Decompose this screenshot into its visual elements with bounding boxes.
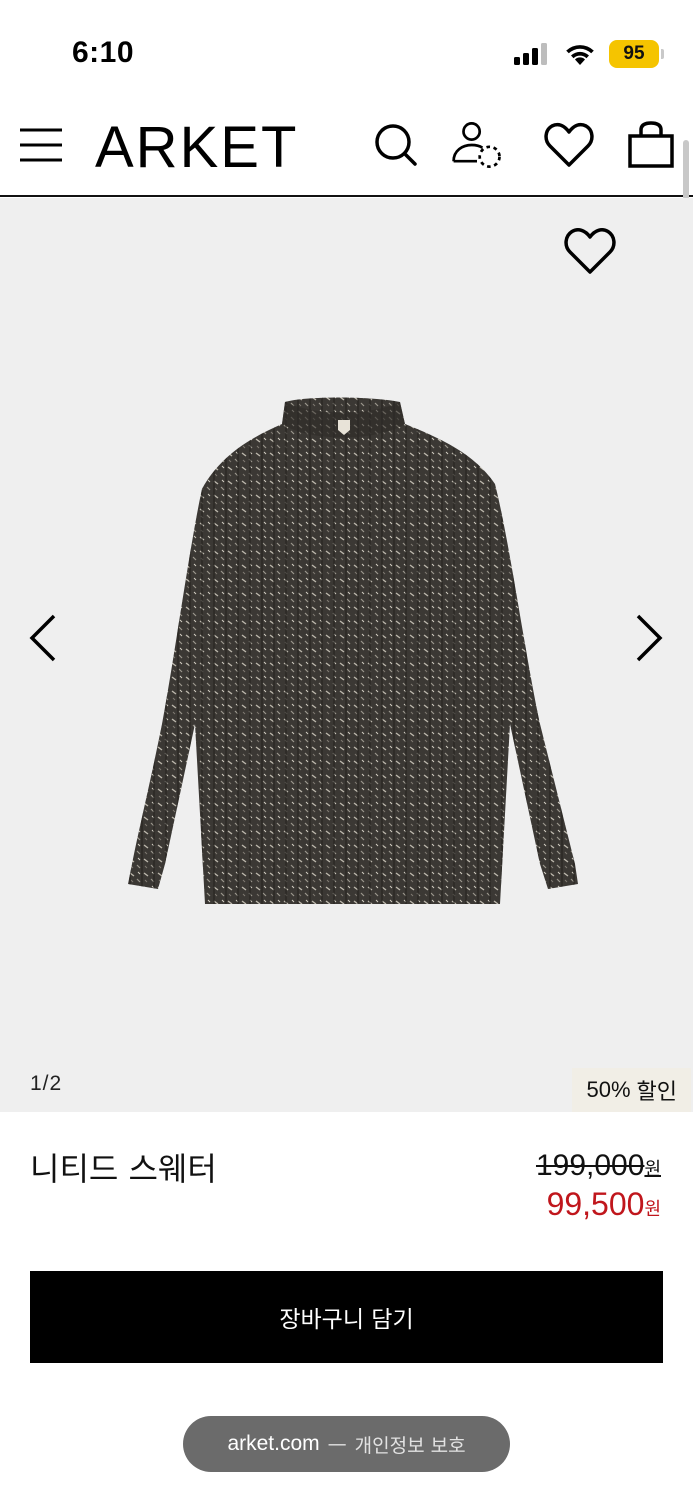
site-domain: arket.com — [227, 1432, 320, 1455]
product-gallery[interactable]: 1/2 50% 할인 — [0, 198, 693, 1112]
sale-price: 99,500원 — [547, 1186, 661, 1223]
previous-image-arrow-icon[interactable] — [24, 610, 64, 666]
product-image-sweater — [128, 397, 578, 904]
shopping-bag-button[interactable] — [624, 118, 678, 172]
battery-indicator: 95 — [609, 40, 664, 68]
product-title: 니티드 스웨터 — [30, 1150, 217, 1188]
site-header: ARKET — [0, 100, 693, 197]
next-image-arrow-icon[interactable] — [628, 610, 668, 666]
status-time: 6:10 — [72, 36, 135, 69]
status-bar: 6:10 95 — [0, 0, 693, 100]
account-button[interactable] — [450, 118, 504, 172]
scrollbar[interactable] — [683, 140, 689, 200]
shopping-bag-icon — [628, 121, 674, 168]
sale-price-value: 99,500 — [546, 1186, 645, 1222]
original-price-value: 199,000 — [535, 1149, 645, 1182]
search-icon — [375, 124, 417, 166]
account-icon — [452, 122, 501, 168]
discount-percent: 50% — [586, 1077, 631, 1102]
add-to-cart-button[interactable]: 장바구니 담기 — [30, 1271, 663, 1363]
privacy-label: 개인정보 보호 — [354, 1434, 466, 1457]
wishlist-button[interactable] — [542, 118, 596, 172]
discount-label: 할인 — [636, 1079, 677, 1104]
original-price-currency: 원 — [644, 1159, 661, 1180]
cellular-signal-icon — [514, 43, 547, 65]
menu-icon[interactable] — [18, 122, 64, 168]
heart-icon — [544, 122, 594, 167]
browser-address-pill[interactable]: arket.com — 개인정보 보호 — [183, 1416, 510, 1472]
sale-price-currency: 원 — [644, 1199, 661, 1220]
wishlist-heart-icon[interactable] — [563, 226, 617, 276]
domain-separator: — — [327, 1433, 347, 1455]
search-button[interactable] — [368, 118, 422, 172]
original-price: 199,000원 — [536, 1149, 661, 1183]
discount-badge: 50% 할인 — [572, 1068, 691, 1112]
brand-logo[interactable]: ARKET — [95, 114, 298, 181]
wifi-icon — [566, 45, 594, 65]
status-icons: 95 — [513, 40, 664, 68]
image-counter: 1/2 — [30, 1072, 63, 1095]
